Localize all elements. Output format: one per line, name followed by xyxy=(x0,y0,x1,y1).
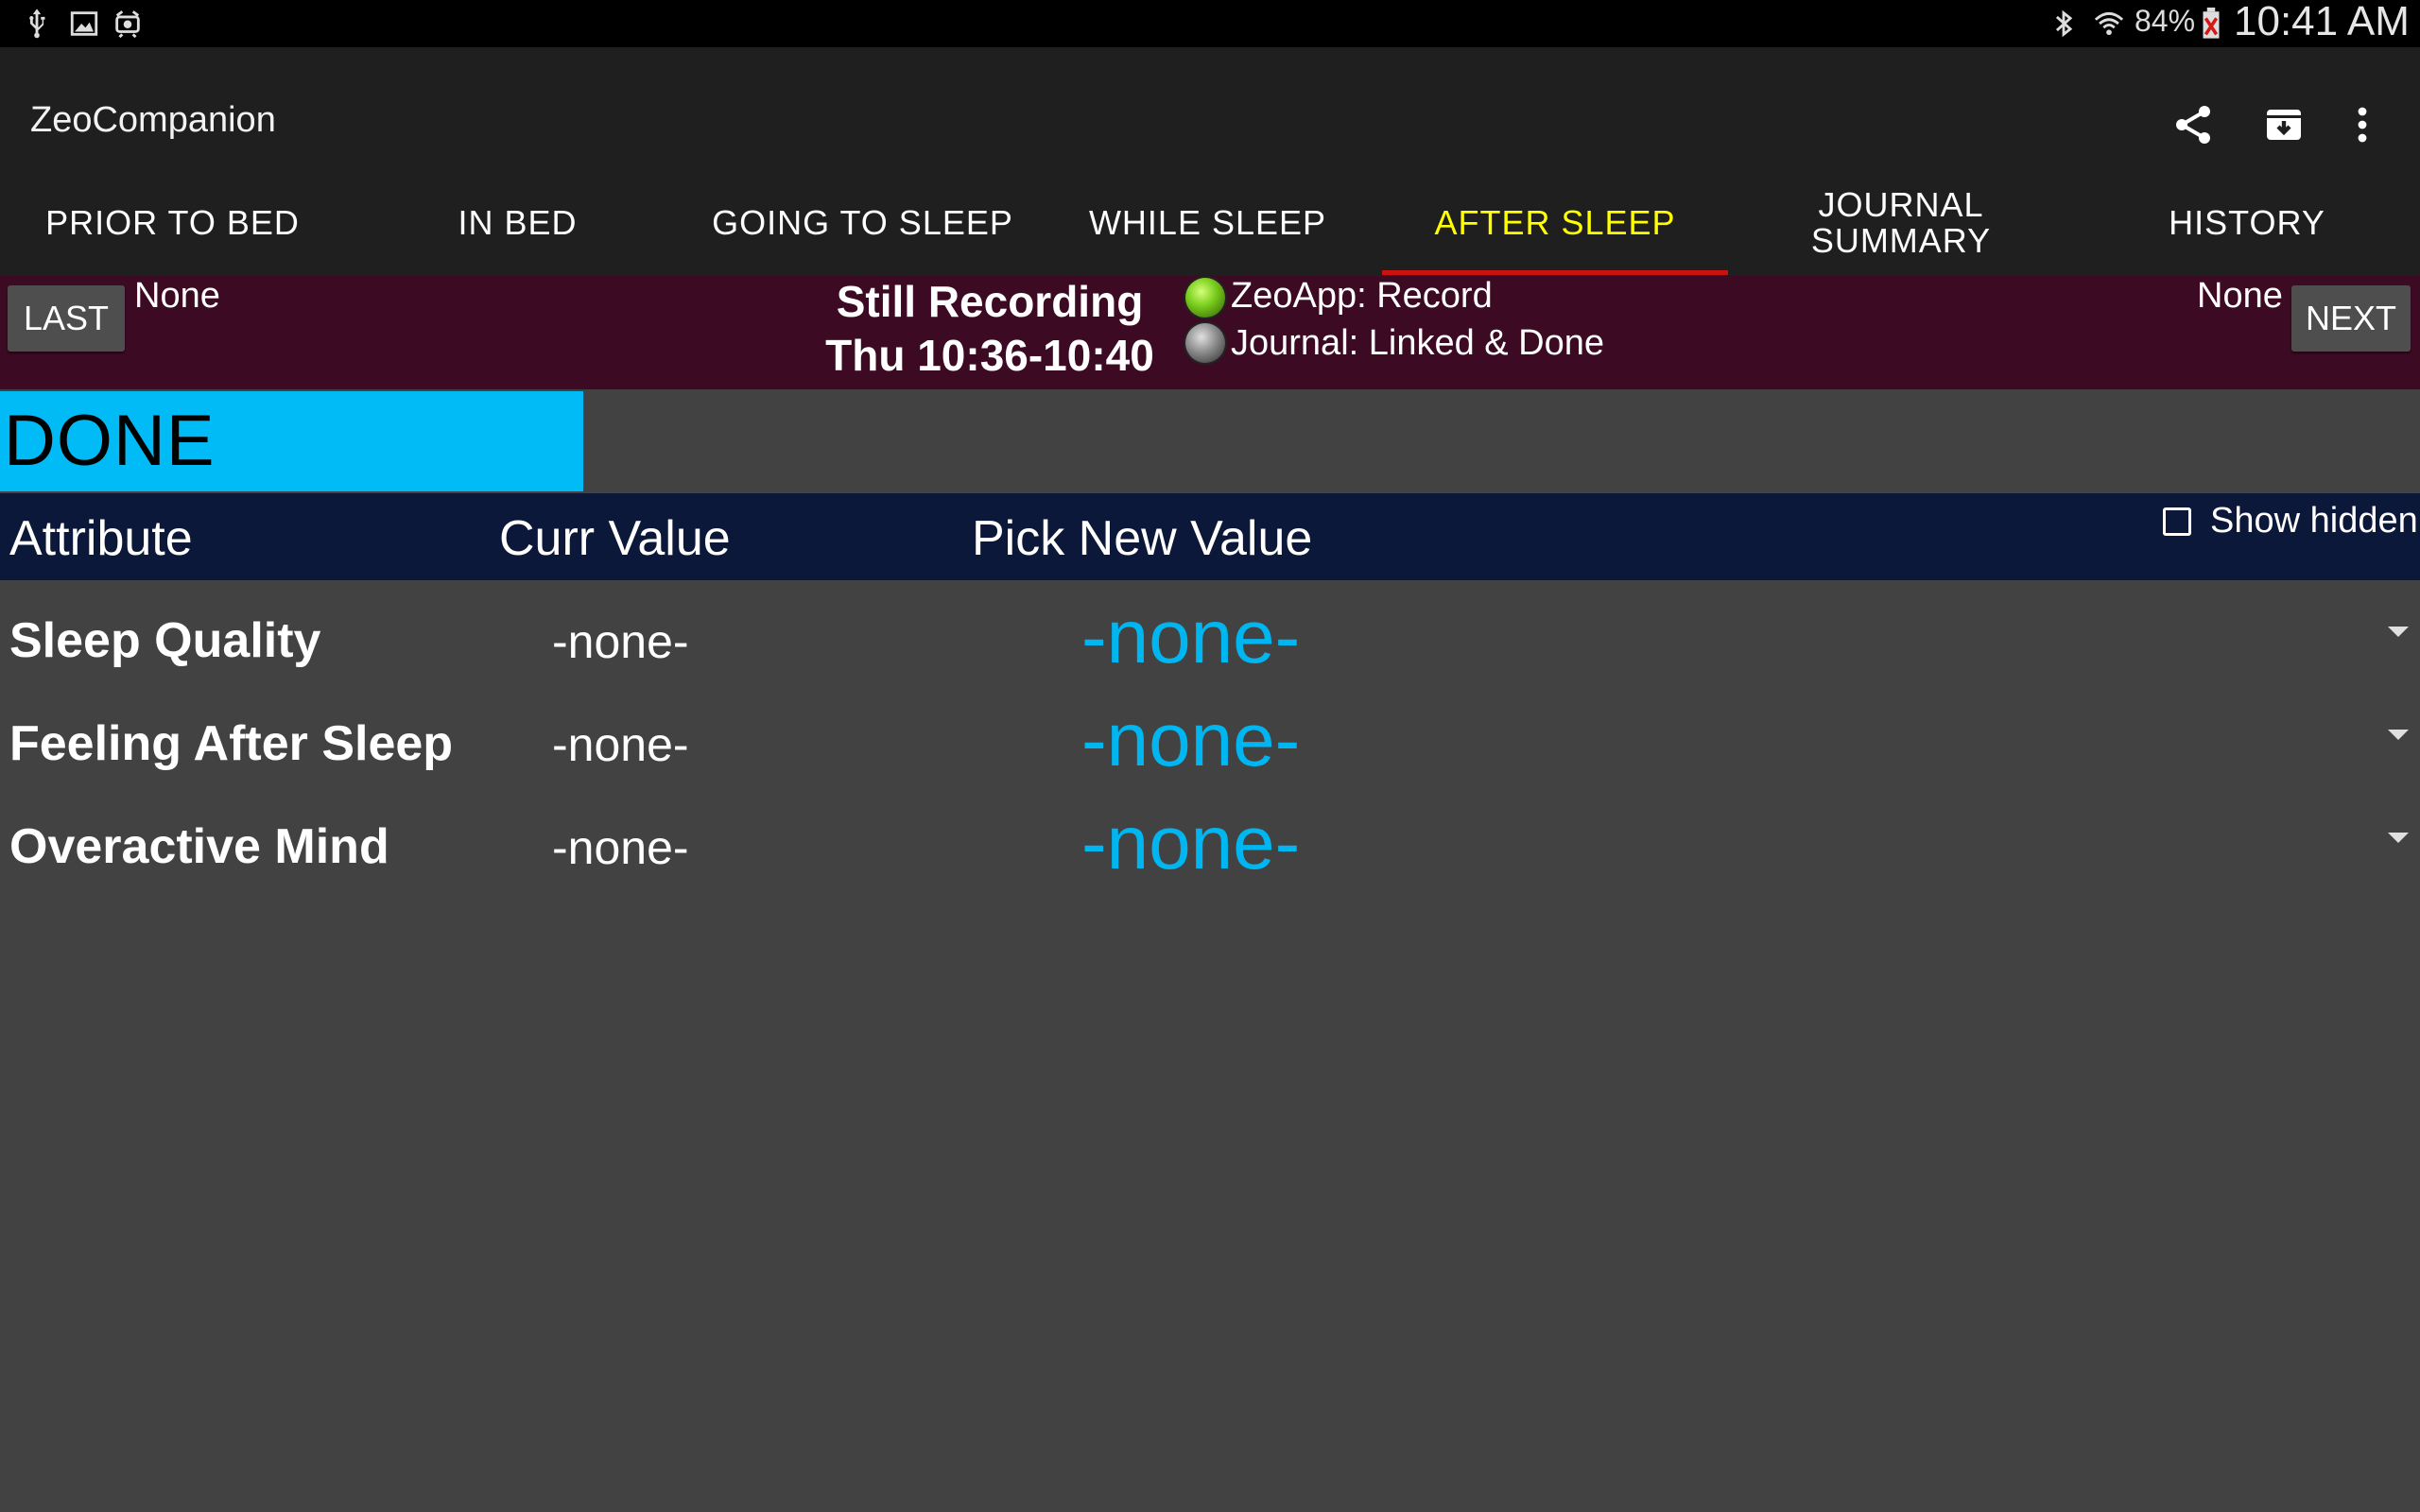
chevron-down-icon[interactable] xyxy=(2388,730,2409,740)
tab-after-sleep[interactable]: AFTER SLEEP xyxy=(1382,170,1728,276)
zeo-alarm-icon xyxy=(115,10,140,39)
header-attribute: Attribute xyxy=(9,511,193,566)
tab-bar: PRIOR TO BED IN BED GOING TO SLEEP WHILE… xyxy=(0,170,2420,276)
last-value: None xyxy=(134,276,220,316)
recording-band: LAST None Still Recording Thu 10:36-10:4… xyxy=(0,276,2420,389)
zeo-status-led xyxy=(1185,278,1225,318)
next-value: None xyxy=(2197,276,2283,316)
state-banner: DONE SLEEPING xyxy=(0,391,583,581)
share-icon[interactable] xyxy=(2170,102,2216,147)
chevron-down-icon[interactable] xyxy=(2388,627,2409,637)
tab-prior-to-bed[interactable]: PRIOR TO BED xyxy=(0,170,345,276)
recording-title: Still Recording xyxy=(836,277,1144,326)
overflow-menu-icon[interactable] xyxy=(2340,102,2385,147)
status-bar: 84% 10:41 AM xyxy=(0,0,2420,47)
tab-going-to-sleep[interactable]: GOING TO SLEEP xyxy=(690,170,1035,276)
tab-in-bed[interactable]: IN BED xyxy=(345,170,690,276)
zeo-status-text: ZeoApp: Record xyxy=(1231,276,1493,316)
bluetooth-icon xyxy=(2055,9,2073,38)
last-button[interactable]: LAST xyxy=(8,285,125,352)
image-icon xyxy=(70,11,98,36)
attribute-name: Feeling After Sleep xyxy=(9,716,454,771)
column-header: Attribute Curr Value Pick New Value xyxy=(0,493,2420,580)
journal-status-led xyxy=(1185,323,1225,363)
pick-value-spinner[interactable]: -none- xyxy=(1081,799,1300,886)
clock: 10:41 AM xyxy=(2234,0,2410,44)
show-hidden-label[interactable]: Show hidden xyxy=(2210,501,2418,541)
recording-range: Thu 10:36-10:40 xyxy=(825,331,1154,380)
next-button[interactable]: NEXT xyxy=(2291,285,2411,352)
header-pick-new-value: Pick New Value xyxy=(972,511,1313,566)
tab-history[interactable]: HISTORY xyxy=(2074,170,2420,276)
chevron-down-icon[interactable] xyxy=(2388,833,2409,843)
app-title: ZeoCompanion xyxy=(30,100,276,140)
usb-icon xyxy=(29,9,45,39)
battery-percent: 84% xyxy=(2135,4,2196,38)
active-tab-indicator xyxy=(1382,270,1728,275)
action-bar: ZeoCompanion xyxy=(0,47,2420,170)
tab-while-sleep[interactable]: WHILE SLEEP xyxy=(1035,170,1380,276)
attribute-name: Overactive Mind xyxy=(9,819,389,874)
pick-value-spinner[interactable]: -none- xyxy=(1081,593,1300,680)
battery-icon xyxy=(2203,8,2220,39)
current-value: -none- xyxy=(552,718,689,771)
wifi-icon xyxy=(2094,11,2124,36)
archive-icon[interactable] xyxy=(2261,102,2307,147)
pick-value-spinner[interactable]: -none- xyxy=(1081,696,1300,783)
current-value: -none- xyxy=(552,821,689,874)
attribute-name: Sleep Quality xyxy=(9,613,321,668)
journal-status-text: Journal: Linked & Done xyxy=(1231,323,1605,363)
current-value: -none- xyxy=(552,615,689,668)
show-hidden-checkbox[interactable] xyxy=(2163,507,2191,536)
header-current-value: Curr Value xyxy=(499,511,731,566)
tab-journal-summary[interactable]: JOURNAL SUMMARY xyxy=(1728,170,2074,276)
